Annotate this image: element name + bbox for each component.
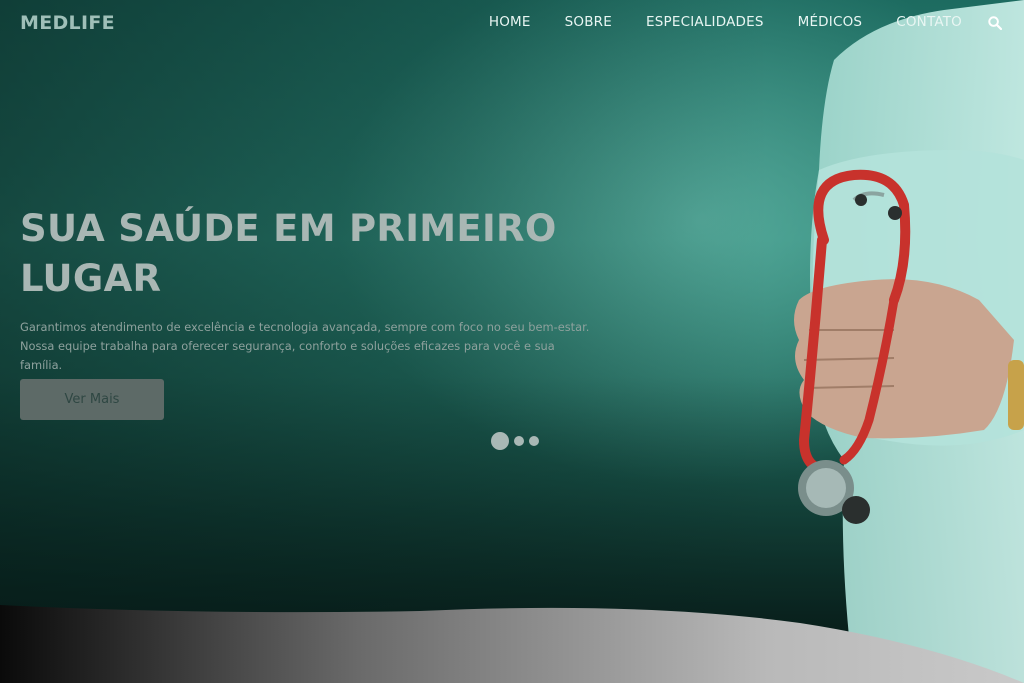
site-logo[interactable]: MEDLIFE	[20, 12, 115, 34]
nav-item-home[interactable]: HOME	[489, 14, 531, 30]
carousel-indicators	[491, 432, 539, 450]
ver-mais-button[interactable]: Ver Mais	[20, 379, 164, 420]
search-icon[interactable]	[988, 16, 1002, 30]
bottom-wave	[0, 605, 1024, 683]
hero-section: MEDLIFE HOME SOBRE ESPECIALIDADES MÉDICO…	[0, 0, 1024, 683]
main-nav: HOME SOBRE ESPECIALIDADES MÉDICOS CONTAT…	[455, 14, 962, 30]
nav-item-contato[interactable]: CONTATO	[896, 14, 962, 30]
carousel-dot-2[interactable]	[514, 436, 524, 446]
nav-item-medicos[interactable]: MÉDICOS	[798, 14, 863, 30]
navbar: MEDLIFE HOME SOBRE ESPECIALIDADES MÉDICO…	[0, 0, 1024, 46]
carousel-dot-1[interactable]	[491, 432, 509, 450]
nav-item-especialidades[interactable]: ESPECIALIDADES	[646, 14, 764, 30]
hero-description: Garantimos atendimento de excelência e t…	[20, 320, 590, 372]
nav-item-sobre[interactable]: SOBRE	[565, 14, 612, 30]
doctor-image	[794, 0, 1024, 683]
carousel-dot-3[interactable]	[529, 436, 539, 446]
hero-title: SUA SAÚDE EM PRIMEIRO LUGAR	[20, 207, 557, 300]
